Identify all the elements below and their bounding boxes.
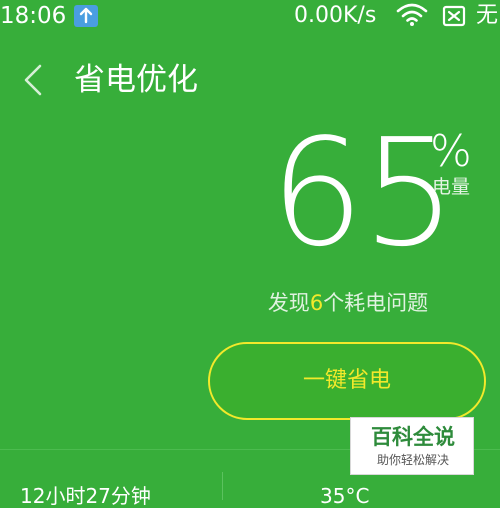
carrier-text: 无	[476, 3, 499, 28]
issues-count: 6	[309, 291, 324, 315]
remaining-time: 12小时27分钟	[20, 484, 151, 508]
battery-percentage: 65	[270, 107, 456, 279]
battery-label: 电量	[432, 176, 471, 198]
back-button[interactable]	[18, 62, 48, 98]
issues-prefix: 发现	[267, 291, 310, 315]
status-time: 18:06	[0, 3, 67, 29]
watermark-title: 百科全说	[371, 425, 455, 449]
battery-temperature: 35°C	[320, 484, 370, 508]
watermark-subtitle: 助你轻松解决	[376, 453, 449, 467]
stats-divider	[222, 472, 223, 500]
watermark-logo: 百科全说 助你轻松解决	[350, 417, 474, 475]
back-icon	[24, 64, 42, 96]
page-title: 省电优化	[74, 62, 198, 98]
wifi-icon	[396, 3, 428, 31]
one-click-save-button[interactable]: 一键省电	[208, 342, 486, 420]
network-speed: 0.00K/s	[294, 3, 377, 28]
issues-suffix: 个耗电问题	[323, 291, 429, 315]
percent-sign: %	[430, 126, 472, 177]
sim-icon	[442, 5, 466, 31]
status-bar: 18:06 0.00K/s 无	[0, 0, 500, 32]
issues-summary: 发现6个耗电问题	[0, 288, 500, 318]
upload-icon	[74, 5, 98, 27]
